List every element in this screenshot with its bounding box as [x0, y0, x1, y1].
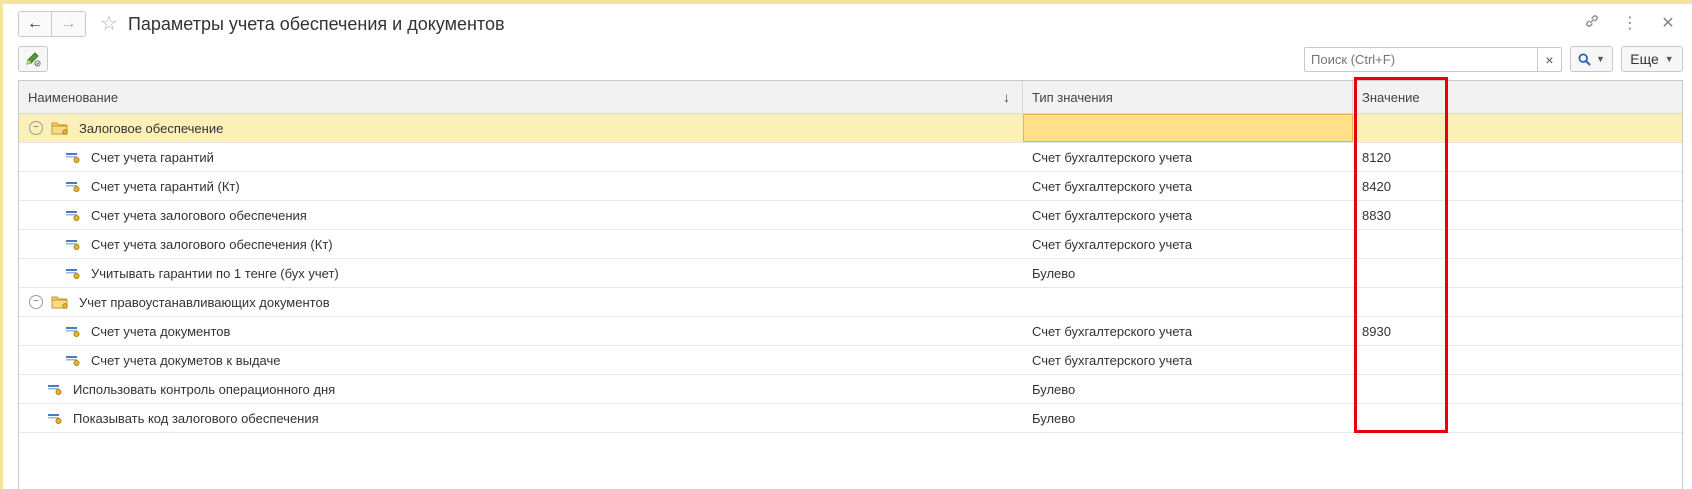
cell-name: − Учет правоустанавливающих документов [19, 288, 1023, 316]
cell-name: Счет учета залогового обеспечения [19, 201, 1023, 229]
back-arrow-icon[interactable]: ← [19, 12, 52, 36]
clear-search-icon[interactable]: × [1537, 48, 1561, 71]
sort-arrow-icon: ↓ [1003, 89, 1010, 105]
collapse-toggle-icon[interactable]: − [29, 121, 43, 135]
more-button-label: Еще [1630, 51, 1659, 67]
row-type-label: Счет бухгалтерского учета [1032, 178, 1193, 194]
search-input[interactable] [1305, 48, 1533, 71]
row-name-label: Залоговое обеспечение [79, 120, 224, 136]
parameter-icon [65, 266, 81, 280]
collapse-toggle-icon[interactable]: − [29, 295, 43, 309]
row-name-label: Учет правоустанавливающих документов [79, 294, 330, 310]
cell-name: − Залоговое обеспечение [19, 114, 1023, 142]
cell-type[interactable]: Булево [1023, 259, 1353, 287]
cell-type[interactable]: Счет бухгалтерского учета [1023, 143, 1353, 171]
favorite-star-icon[interactable]: ☆ [100, 14, 118, 34]
parameter-icon [47, 382, 63, 396]
row-type-label: Счет бухгалтерского учета [1032, 207, 1193, 223]
row-name-label: Счет учета гарантий [91, 149, 214, 165]
left-accent-line [0, 0, 3, 489]
parameter-icon [65, 208, 81, 222]
cell-name: Счет учета докуметов к выдаче [19, 346, 1023, 374]
cell-type[interactable]: Счет бухгалтерского учета [1023, 346, 1353, 374]
more-vertical-icon[interactable]: ⋮ [1620, 13, 1640, 34]
cell-name: Счет учета документов [19, 317, 1023, 345]
forward-arrow-icon[interactable]: → [52, 12, 85, 36]
row-type-label: Булево [1032, 381, 1076, 397]
parameter-icon [65, 150, 81, 164]
cell-type[interactable]: Счет бухгалтерского учета [1023, 172, 1353, 200]
parameter-icon [47, 411, 63, 425]
row-type-label: Счет бухгалтерского учета [1032, 236, 1193, 252]
close-icon[interactable]: ✕ [1658, 13, 1678, 34]
row-type-label: Счет бухгалтерского учета [1032, 149, 1193, 165]
more-button[interactable]: Еще ▼ [1621, 46, 1683, 72]
row-type-label: Счет бухгалтерского учета [1032, 323, 1193, 339]
cell-name: Счет учета залогового обеспечения (Кт) [19, 230, 1023, 258]
row-name-label: Счет учета документов [91, 323, 231, 339]
row-name-label: Счет учета докуметов к выдаче [91, 352, 281, 368]
row-type-label: Булево [1032, 265, 1076, 281]
cell-type[interactable]: Булево [1023, 404, 1353, 432]
chevron-down-icon: ▼ [1664, 54, 1674, 64]
page-title: Параметры учета обеспечения и документов [127, 13, 505, 34]
cell-type[interactable] [1023, 114, 1353, 142]
highlight-box [1354, 77, 1448, 433]
cell-type[interactable]: Счет бухгалтерского учета [1023, 230, 1353, 258]
row-name-label: Показывать код залогового обеспечения [73, 410, 319, 426]
column-header-type[interactable]: Тип значения [1023, 81, 1353, 113]
title-bar: ← → ☆ Параметры учета обеспечения и доку… [18, 10, 505, 38]
edit-button[interactable] [18, 46, 48, 72]
cell-type[interactable]: Счет бухгалтерского учета [1023, 201, 1353, 229]
cell-type[interactable]: Булево [1023, 375, 1353, 403]
cell-name: Показывать код залогового обеспечения [19, 404, 1023, 432]
row-name-label: Учитывать гарантии по 1 тенге (бух учет) [91, 265, 339, 281]
row-type-label: Счет бухгалтерского учета [1032, 352, 1193, 368]
row-type-label: Булево [1032, 410, 1076, 426]
cell-name: Учитывать гарантии по 1 тенге (бух учет) [19, 259, 1023, 287]
cell-name: Использовать контроль операционного дня [19, 375, 1023, 403]
row-name-label: Счет учета залогового обеспечения (Кт) [91, 236, 333, 252]
folder-icon [51, 121, 69, 135]
search-button[interactable]: ▼ [1570, 46, 1613, 72]
link-icon[interactable] [1582, 13, 1602, 34]
cell-type[interactable] [1023, 288, 1353, 316]
cell-type[interactable]: Счет бухгалтерского учета [1023, 317, 1353, 345]
row-name-label: Счет учета залогового обеспечения [91, 207, 307, 223]
folder-icon [51, 295, 69, 309]
nav-buttons: ← → [18, 11, 86, 37]
top-accent-line [0, 0, 1692, 4]
search-box: × [1304, 47, 1562, 72]
row-name-label: Счет учета гарантий (Кт) [91, 178, 240, 194]
parameter-icon [65, 179, 81, 193]
magnifier-icon [1578, 52, 1591, 65]
parameter-icon [65, 237, 81, 251]
window-actions: ⋮ ✕ [1582, 13, 1678, 34]
row-name-label: Использовать контроль операционного дня [73, 381, 336, 397]
parameter-icon [65, 324, 81, 338]
pencil-icon [26, 52, 41, 67]
cell-name: Счет учета гарантий [19, 143, 1023, 171]
cell-name: Счет учета гарантий (Кт) [19, 172, 1023, 200]
chevron-down-icon: ▼ [1596, 54, 1605, 64]
column-header-name[interactable]: Наименование ↓ [19, 81, 1023, 113]
parameter-icon [65, 353, 81, 367]
